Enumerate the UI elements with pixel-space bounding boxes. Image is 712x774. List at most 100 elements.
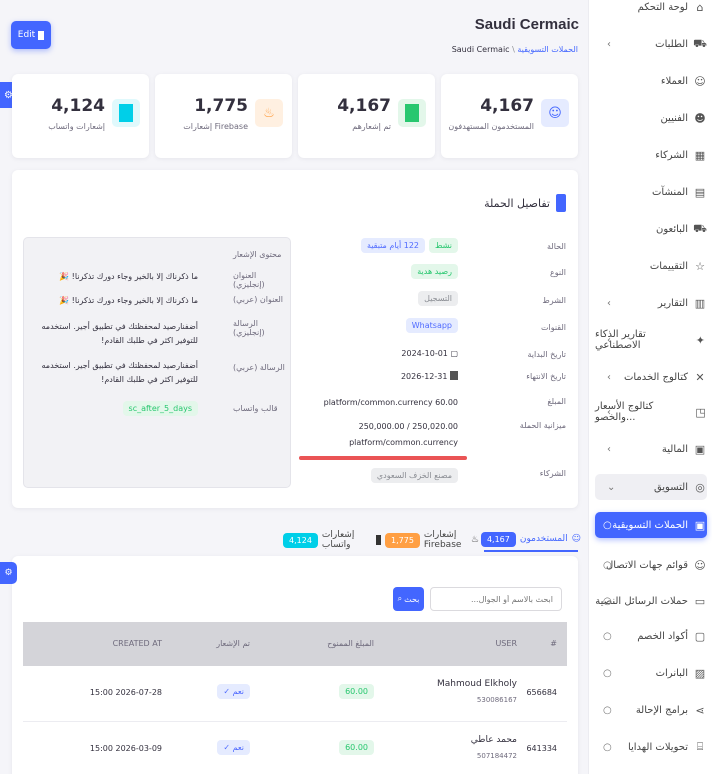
table-row[interactable]: 656684 Mahmoud Elkholy 530086167 60.00 ✓…	[23, 666, 567, 722]
stat-card-notified: 4,167 تم إشعارهم	[298, 74, 435, 158]
tag-icon: ◳	[695, 405, 706, 419]
sidebar-item-marketing[interactable]: ⌄ التسويق ◎	[595, 474, 707, 500]
building-icon: ▦	[694, 148, 706, 162]
channel-badge: Whatsapp	[405, 318, 458, 333]
user-icon: ☻	[694, 111, 706, 125]
sidebar-item-facilities[interactable]: المنشآت ▤	[595, 179, 707, 205]
sidebar-item-sellers[interactable]: البائعون ⛟	[595, 216, 707, 242]
share-icon: ⋖	[695, 703, 705, 717]
users-table-card: ⌕بحث # USER المبلغ الممنوح تم الإشعار CR…	[12, 556, 578, 774]
partner-badge: مصنع الخزف السعودي	[370, 468, 458, 483]
sidebar-item-contact-lists[interactable]: ○ قوائم جهات الاتصال ☺	[595, 552, 707, 578]
sidebar-item-banners[interactable]: ○ البانرات ▨	[595, 660, 707, 686]
sidebar-item-partners[interactable]: الشركاء ▦	[595, 142, 707, 168]
office-icon: ▤	[694, 185, 706, 199]
stat-card-targeted: ☺ 4,167 المستخدمون المستهدفون	[441, 74, 578, 158]
tab-whatsapp[interactable]: 4,124 إشعارات واتساب	[283, 528, 381, 552]
sidebar-item-technicians[interactable]: الفنيين ☻	[595, 105, 707, 131]
circle-icon: ○	[603, 667, 612, 679]
notification-content-panel: محتوى الإشعار العنوان (إنجليزي) ما ذكرنا…	[23, 237, 291, 488]
template-badge: sc_after_5_days	[122, 401, 198, 416]
condition-badge: التسجيل	[418, 291, 458, 306]
campaign-details-card: تفاصيل الحملة الحالة نشط 122 أيام متبقية…	[12, 170, 578, 508]
image-icon: ▨	[694, 666, 706, 680]
chevron-left-icon: ‹	[607, 297, 611, 309]
flame-icon: ♨	[255, 99, 283, 127]
circle-icon: ○	[603, 595, 612, 607]
stat-card-whatsapp: 4,124 إشعارات واتساب	[12, 74, 149, 158]
search-input-field[interactable]	[431, 588, 561, 610]
sidebar-item-discount-codes[interactable]: ○ أكواد الخصم ▢	[595, 623, 707, 649]
sidebar: لوحة التحكم ⌂ ‹ الطلبات ⛟ العملاء ☺ الفنيين ☻…	[588, 0, 712, 774]
edit-button[interactable]: Edit	[11, 21, 51, 49]
message-icon: ▭	[694, 594, 706, 608]
breadcrumb: الحملات التسويقية \ Saudi Cermaic	[451, 45, 578, 54]
sidebar-item-gift-transfers[interactable]: ○ تحويلات الهدايا ⌸	[595, 734, 707, 760]
days-left-badge: 122 أيام متبقية	[360, 238, 426, 253]
edit-icon	[38, 30, 45, 40]
sidebar-item-price-catalog[interactable]: ‹ كتالوج الأسعار والخصو... ◳	[595, 399, 707, 425]
campaign-icon	[556, 194, 566, 212]
chevron-down-icon: ⌄	[607, 481, 616, 493]
sidebar-item-marketing-campaigns[interactable]: ○ الحملات التسويقية ▣	[595, 512, 707, 538]
sidebar-item-sms-campaigns[interactable]: ○ حملات الرسائل النصية ▭	[595, 588, 707, 614]
chart-icon: ▥	[694, 296, 706, 310]
ad-icon: ▣	[694, 518, 706, 532]
sidebar-item-orders[interactable]: ‹ الطلبات ⛟	[595, 31, 707, 57]
calendar-icon	[450, 371, 458, 380]
contacts-icon: ☺	[694, 558, 706, 572]
stat-card-firebase: ♨ 1,775 إشعارات Firebase	[155, 74, 292, 158]
page-title: Saudi Cermaic	[474, 16, 579, 33]
tab-users[interactable]: 4,167 المستخدمون ☺	[480, 528, 582, 552]
sidebar-item-customers[interactable]: العملاء ☺	[595, 68, 707, 94]
details-header: تفاصيل الحملة	[484, 194, 566, 212]
type-badge: رصيد هدية	[411, 264, 458, 279]
calendar-icon: ▢	[450, 349, 458, 358]
sidebar-item-referral[interactable]: ○ برامج الإحالة ⋖	[595, 697, 707, 723]
search-button[interactable]: ⌕ بحث	[393, 587, 424, 611]
search-input[interactable]	[430, 587, 562, 611]
breadcrumb-current[interactable]: الحملات التسويقية	[517, 45, 578, 54]
gift-icon: ⌸	[696, 740, 704, 753]
table-header: # USER المبلغ الممنوح تم الإشعار CREATED…	[23, 622, 567, 666]
sidebar-item-service-catalog[interactable]: ‹ كتالوج الخدمات ✕	[595, 364, 707, 390]
wallet-icon: ▣	[694, 442, 706, 456]
users-icon: ☺	[694, 74, 706, 88]
sparkle-icon: ✦	[695, 333, 705, 347]
search-icon: ⌕	[397, 594, 403, 603]
sidebar-item-ai-reports[interactable]: ‹ تقارير الذكاء الاصطناعي ✦	[595, 327, 707, 353]
chevron-left-icon: ‹	[607, 334, 611, 346]
users-icon: ☺	[571, 534, 582, 544]
gear-icon: ⚙	[4, 568, 13, 578]
truck-icon: ⛟	[693, 221, 707, 235]
circle-icon: ○	[603, 519, 612, 531]
tab-firebase[interactable]: 1,775 إشعارات Firebase ♨	[385, 528, 479, 552]
table-row[interactable]: 641334 محمد عاطي 507184472 60.00 ✓ نعم 1…	[23, 722, 567, 774]
ticket-icon: ▢	[694, 629, 706, 643]
cart-icon: ⛟	[693, 36, 707, 50]
tools-icon: ✕	[695, 370, 705, 384]
circle-icon: ○	[603, 630, 612, 642]
home-icon: ⌂	[696, 0, 704, 14]
circle-icon: ○	[603, 741, 612, 753]
sidebar-item-finance[interactable]: ‹ المالية ▣	[595, 436, 707, 462]
users-icon: ☺	[541, 99, 569, 127]
status-badge: نشط	[429, 238, 458, 253]
budget-progress-fill	[299, 456, 467, 460]
chevron-left-icon: ‹	[607, 406, 611, 418]
sidebar-item-reports[interactable]: ‹ التقارير ▥	[595, 290, 707, 316]
target-icon: ◎	[695, 480, 705, 494]
budget-progress	[299, 456, 467, 460]
breadcrumb-parent[interactable]: Saudi Cermaic	[452, 45, 510, 54]
whatsapp-icon	[376, 535, 381, 545]
chevron-left-icon: ‹	[607, 38, 611, 50]
customizer-toggle[interactable]: ⚙	[0, 562, 17, 584]
circle-icon: ○	[603, 704, 612, 716]
sidebar-item-ratings[interactable]: التقييمات ☆	[595, 253, 707, 279]
chevron-left-icon: ‹	[607, 371, 611, 383]
whatsapp-icon	[112, 99, 140, 127]
sidebar-item-dashboard[interactable]: لوحة التحكم ⌂	[595, 0, 707, 20]
flame-icon: ♨	[470, 535, 479, 545]
notified-icon	[398, 99, 426, 127]
chevron-left-icon: ‹	[607, 443, 611, 455]
